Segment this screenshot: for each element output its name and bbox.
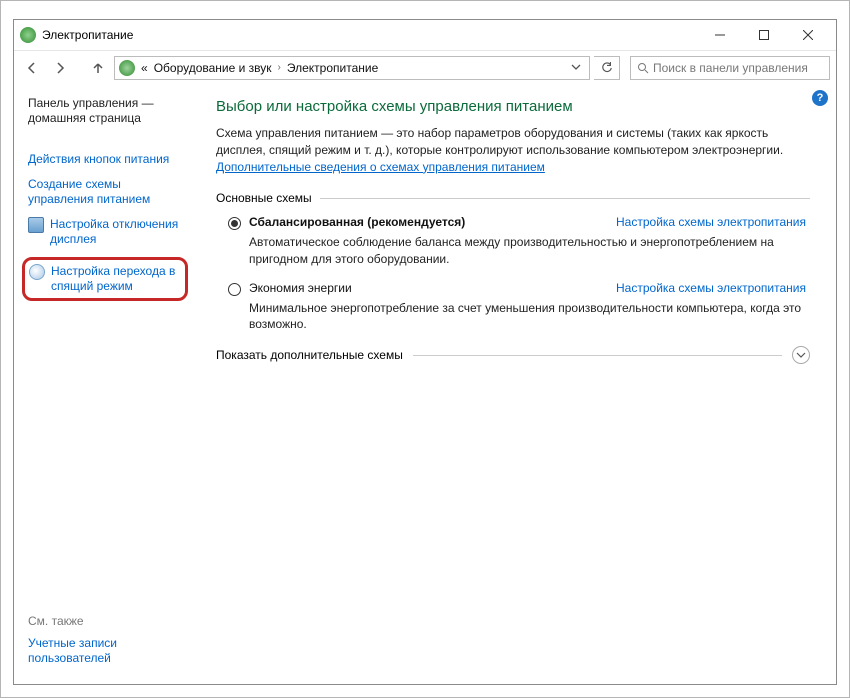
power-plan-saver: Экономия энергии Настройка схемы электро…: [228, 281, 810, 332]
search-placeholder: Поиск в панели управления: [653, 61, 808, 75]
sidebar-link-label: Настройка отключения дисплея: [50, 217, 188, 247]
sidebar-link-create[interactable]: Создание схемы управления питанием: [28, 177, 188, 207]
section-label: Основные схемы: [216, 191, 312, 205]
expand-label: Показать дополнительные схемы: [216, 348, 403, 362]
breadcrumb-item[interactable]: Электропитание: [287, 61, 378, 75]
minimize-button[interactable]: [698, 21, 742, 49]
sleep-icon: [29, 264, 45, 280]
window-title: Электропитание: [42, 28, 133, 42]
back-button[interactable]: [20, 56, 44, 80]
refresh-button[interactable]: [594, 56, 620, 80]
sidebar-link-label: Настройка перехода в спящий режим: [51, 264, 179, 294]
breadcrumb-prefix: «: [141, 61, 148, 75]
plan-settings-link[interactable]: Настройка схемы электропитания: [616, 281, 806, 295]
radio-balanced[interactable]: [228, 217, 241, 230]
location-icon: [119, 60, 135, 76]
plan-description: Минимальное энергопотребление за счет ум…: [249, 300, 806, 332]
titlebar: Электропитание: [14, 20, 836, 50]
plan-description: Автоматическое соблюдение баланса между …: [249, 234, 806, 266]
arrow-left-icon: [25, 61, 39, 75]
page-description: Схема управления питанием — это набор па…: [216, 125, 810, 175]
sidebar-link-sleep[interactable]: Настройка перехода в спящий режим: [29, 264, 179, 294]
see-also-label: См. также: [28, 614, 188, 628]
address-dropdown[interactable]: [567, 61, 585, 75]
address-bar[interactable]: « Оборудование и звук › Электропитание: [114, 56, 590, 80]
close-icon: [803, 30, 813, 40]
search-input[interactable]: Поиск в панели управления: [630, 56, 830, 80]
sidebar-bottom: См. также Учетные записи пользователей: [28, 614, 188, 676]
arrow-up-icon: [91, 61, 105, 75]
arrow-right-icon: [53, 61, 67, 75]
description-text: Схема управления питанием — это набор па…: [216, 126, 783, 157]
radio-saver[interactable]: [228, 283, 241, 296]
sidebar-link-users[interactable]: Учетные записи пользователей: [28, 636, 188, 666]
chevron-right-icon: ›: [278, 62, 281, 73]
sidebar-home[interactable]: Панель управления — домашняя страница: [28, 96, 188, 126]
expand-plans-row[interactable]: Показать дополнительные схемы: [216, 346, 810, 364]
highlight-annotation: Настройка перехода в спящий режим: [22, 257, 188, 301]
sidebar-link-display[interactable]: Настройка отключения дисплея: [28, 217, 188, 247]
help-button[interactable]: ?: [812, 90, 828, 106]
refresh-icon: [601, 62, 613, 74]
page-title: Выбор или настройка схемы управления пит…: [216, 98, 810, 115]
maximize-button[interactable]: [742, 21, 786, 49]
plan-settings-link[interactable]: Настройка схемы электропитания: [616, 215, 806, 229]
body: Панель управления — домашняя страница Де…: [14, 84, 836, 684]
close-button[interactable]: [786, 21, 830, 49]
forward-button[interactable]: [48, 56, 72, 80]
up-button[interactable]: [86, 56, 110, 80]
help-icon: ?: [817, 92, 824, 104]
content: ? Выбор или настройка схемы управления п…: [196, 84, 836, 684]
plan-name[interactable]: Экономия энергии: [249, 281, 352, 295]
breadcrumb-item[interactable]: Оборудование и звук: [154, 61, 272, 75]
sidebar: Панель управления — домашняя страница Де…: [14, 84, 196, 684]
app-icon: [20, 27, 36, 43]
description-link[interactable]: Дополнительные сведения о схемах управле…: [216, 160, 545, 174]
window: Электропитание « Оборудование и звук › Э…: [13, 19, 837, 685]
chevron-down-icon: [796, 350, 806, 360]
section-main-plans: Основные схемы: [216, 191, 810, 205]
maximize-icon: [759, 30, 769, 40]
minimize-icon: [715, 30, 725, 40]
monitor-icon: [28, 217, 44, 233]
search-icon: [637, 62, 649, 74]
chevron-down-icon: [571, 62, 581, 72]
screenshot-frame: Электропитание « Оборудование и звук › Э…: [0, 0, 850, 698]
plan-name[interactable]: Сбалансированная (рекомендуется): [249, 215, 465, 229]
power-plan-balanced: Сбалансированная (рекомендуется) Настрой…: [228, 215, 810, 266]
sidebar-link-buttons[interactable]: Действия кнопок питания: [28, 152, 188, 167]
expand-button[interactable]: [792, 346, 810, 364]
navbar: « Оборудование и звук › Электропитание П…: [14, 50, 836, 84]
